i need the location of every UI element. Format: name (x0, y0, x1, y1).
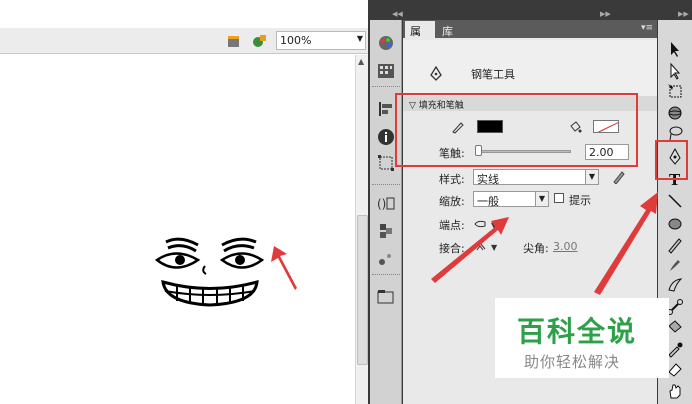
edit-symbol-icon[interactable] (252, 33, 268, 49)
3d-rotation-tool-icon[interactable] (666, 104, 684, 122)
pen-tool-icon (430, 66, 442, 81)
expand-icon[interactable]: ▶▶ (600, 10, 611, 20)
miter-value[interactable]: 3.00 (553, 240, 578, 253)
zoom-select[interactable]: 100% ▼ (276, 31, 366, 50)
actions-icon[interactable]: () (376, 194, 396, 212)
watermark-title: 百科全说 (517, 315, 638, 348)
tab-library[interactable]: 库 (437, 21, 463, 38)
subselection-tool-icon[interactable] (666, 62, 684, 80)
swatches-icon[interactable] (376, 62, 396, 80)
info-icon[interactable] (376, 128, 396, 146)
face-drawing (154, 237, 297, 307)
miter-label: 尖角: (523, 242, 549, 255)
tab-properties[interactable]: 属性 (405, 21, 435, 54)
transform-icon[interactable] (376, 154, 396, 172)
svg-text:(): () (377, 197, 386, 211)
expand-tools-icon[interactable]: ▶▶ (678, 10, 689, 20)
components-icon[interactable] (376, 222, 396, 240)
stage-header (0, 14, 370, 28)
chevron-down-icon: ▼ (535, 192, 548, 206)
zoom-value: 100% (280, 34, 312, 47)
scroll-up-icon[interactable]: ▲ (358, 57, 364, 66)
fill-stroke-highlight (395, 93, 638, 167)
color-icon[interactable] (376, 34, 396, 52)
divider (372, 184, 400, 187)
stage-toolbar: 100% ▼ (0, 28, 370, 54)
scroll-thumb[interactable] (357, 215, 368, 365)
panel-icon-column: () (370, 20, 402, 404)
watermark: 百科全说 助你轻松解决 (495, 298, 669, 378)
project-icon[interactable] (376, 288, 396, 306)
chevron-down-icon: ▼ (356, 34, 363, 43)
annotation-arrow (594, 192, 658, 295)
style-value: 实线 (477, 173, 499, 186)
tool-name: 钢笔工具 (471, 68, 515, 81)
tool-info-row: 钢笔工具 (403, 40, 657, 96)
pen-tool-highlight (655, 140, 688, 180)
align-icon[interactable] (376, 100, 396, 118)
panel-menu-icon[interactable]: ▾≡ (641, 23, 653, 33)
watermark-subtitle: 助你轻松解决 (524, 353, 621, 371)
selection-tool-icon[interactable] (666, 40, 684, 58)
stage-vertical-scrollbar[interactable]: ▲ (355, 55, 369, 404)
stage-title-area (0, 0, 370, 14)
divider (372, 274, 400, 277)
divider (372, 86, 400, 89)
panel-tabbar: 属性 库 ▾≡ (403, 20, 657, 54)
collapse-left-icon[interactable]: ◀◀ (392, 10, 403, 20)
edit-scene-icon[interactable] (226, 33, 242, 49)
hand-tool-icon[interactable] (666, 382, 684, 400)
hint-checkbox[interactable] (554, 193, 564, 203)
free-transform-tool-icon[interactable] (666, 82, 684, 100)
stage-canvas[interactable] (0, 55, 355, 404)
style-label: 样式: (439, 173, 465, 186)
annotation-arrow (431, 217, 509, 283)
motion-presets-icon[interactable] (376, 250, 396, 268)
